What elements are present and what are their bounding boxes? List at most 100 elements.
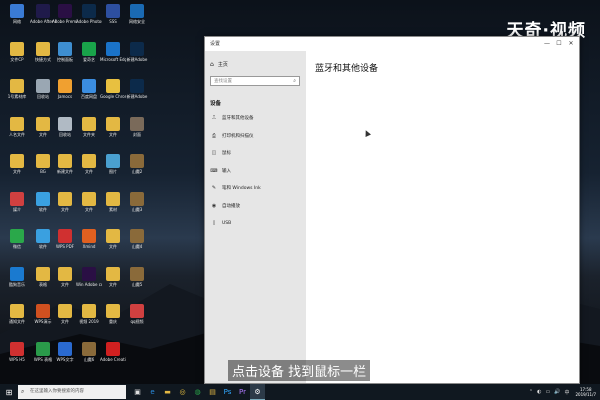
shortcut-label: qq视频 xyxy=(130,319,144,324)
desktop-shortcut[interactable]: 文件 xyxy=(100,266,126,287)
minimize-button[interactable]: — xyxy=(541,39,553,48)
desktop-shortcut[interactable]: Google Chrome xyxy=(100,79,126,99)
close-button[interactable]: ✕ xyxy=(565,39,577,48)
system-tray: ⌃ ◐ ▭ 🔊 中 17:58 2019/11/7 xyxy=(527,384,596,400)
nav-item[interactable]: ✎ 笔和 Windows Ink xyxy=(210,183,302,193)
desktop-shortcut[interactable]: 微信 xyxy=(4,229,30,249)
shortcut-icon xyxy=(106,116,120,131)
desktop-shortcut[interactable]: 文件 xyxy=(100,116,126,137)
desktop-shortcut[interactable]: 山魔3 xyxy=(124,191,150,212)
photoshop-icon[interactable]: Ps xyxy=(220,384,235,400)
desktop-shortcut[interactable]: 文件CP xyxy=(4,41,30,62)
desktop-shortcut[interactable]: 重庆 xyxy=(100,304,126,324)
maximize-button[interactable]: ☐ xyxy=(553,39,565,48)
desktop-shortcut[interactable]: 山魔6 xyxy=(76,341,102,362)
shortcut-label: 微信 xyxy=(13,244,21,249)
desktop-shortcut[interactable]: 网络 xyxy=(4,4,30,24)
desktop-shortcut[interactable]: 文件 xyxy=(100,229,126,249)
desktop-shortcut[interactable]: WPS文字 xyxy=(52,341,78,362)
desktop-shortcut[interactable]: 酷狗音乐 xyxy=(4,266,30,287)
desktop-shortcut[interactable]: 视频 2019 xyxy=(76,304,102,324)
desktop-shortcut[interactable]: Jamocs xyxy=(52,79,78,99)
desktop-shortcut[interactable]: 通知文件 xyxy=(4,304,30,324)
desktop-shortcut[interactable]: 百度网盘 xyxy=(76,79,102,99)
shortcut-label: 山魔2 xyxy=(131,169,143,174)
shortcut-icon xyxy=(10,229,24,243)
desktop-shortcut[interactable]: 媒介 xyxy=(4,191,30,212)
shortcut-label: 文件 xyxy=(109,281,117,287)
file-explorer-icon[interactable]: ▤ xyxy=(205,384,220,400)
settings-icon[interactable]: ⚙ xyxy=(250,384,265,400)
desktop-shortcut[interactable]: 人名文件 xyxy=(4,116,30,137)
settings-search-input[interactable]: 查找设置 ⌕ xyxy=(210,76,300,86)
desktop-shortcut[interactable]: 文件 xyxy=(76,191,102,212)
desktop-shortcut[interactable]: 文件 xyxy=(4,154,30,174)
desktop-shortcut[interactable]: WPS PDF xyxy=(52,229,78,249)
task-view-icon[interactable]: ▣ xyxy=(130,384,145,400)
home-link[interactable]: ⌂ 主页 xyxy=(210,61,228,68)
desktop-shortcut[interactable]: Microsoft Edge xyxy=(100,41,126,62)
title-bar[interactable]: 设置 — ☐ ✕ xyxy=(205,37,579,51)
edge-icon[interactable]: e xyxy=(145,384,160,400)
start-button[interactable]: ⊞ xyxy=(0,384,18,400)
desktop-shortcut[interactable]: 1号素材库 xyxy=(4,79,30,99)
desktop-shortcut[interactable]: 回收站 xyxy=(52,116,78,137)
nav-item[interactable]: ▯ USB xyxy=(210,218,302,228)
desktop-shortcut[interactable]: qq视频 xyxy=(124,304,150,324)
nav-item[interactable]: ◫ 鼠标 xyxy=(210,148,302,158)
tray-icon[interactable]: 🔊 xyxy=(554,389,560,396)
taskbar-search-input[interactable]: ⌕ 在这里输入你要搜索的内容 xyxy=(18,385,126,399)
desktop-shortcut[interactable]: Adobe Premiere P... xyxy=(52,4,78,24)
desktop-shortcut[interactable]: 山魔2 xyxy=(124,154,150,174)
desktop-shortcut[interactable]: 爱奇艺 xyxy=(76,41,102,62)
chrome-icon[interactable]: ◎ xyxy=(175,384,190,400)
desktop-shortcut[interactable]: 文件 xyxy=(52,266,78,287)
nav-item[interactable]: ⌨ 输入 xyxy=(210,166,302,176)
desktop-shortcut[interactable]: 文件 xyxy=(52,191,78,212)
desktop-shortcut[interactable]: Adobe Creati... xyxy=(100,341,126,362)
desktop-shortcut[interactable]: Xmind xyxy=(76,229,102,249)
desktop-shortcut[interactable]: 封面 xyxy=(124,116,150,137)
desktop-shortcut[interactable]: 网络安全 xyxy=(124,4,150,24)
desktop-shortcut[interactable]: Adobe Photosh... xyxy=(76,4,102,24)
desktop-shortcut[interactable]: 文件 xyxy=(76,154,102,174)
desktop-shortcut[interactable]: 新建文件 xyxy=(52,154,78,174)
desktop-shortcut[interactable]: SSS xyxy=(100,4,126,24)
nav-item[interactable]: ⎙ 打印机和扫描仪 xyxy=(210,131,302,141)
tray-icon[interactable]: 中 xyxy=(564,389,569,396)
desktop-shortcut[interactable]: 山魔5 xyxy=(124,266,150,287)
premiere-icon[interactable]: Pr xyxy=(235,384,250,400)
desktop-shortcut[interactable]: 控制面板 xyxy=(52,41,78,62)
shortcut-label: 文件夹 xyxy=(83,131,95,137)
nav-item-label: 笔和 Windows Ink xyxy=(222,186,261,191)
tray-icon[interactable]: ⌃ xyxy=(529,389,533,396)
desktop-shortcut[interactable]: 素材 xyxy=(100,191,126,212)
shortcut-icon xyxy=(10,4,24,18)
nav-item[interactable]: ⎍ 蓝牙和其他设备 xyxy=(210,113,302,123)
folder-icon[interactable]: ▬ xyxy=(160,384,175,400)
desktop-shortcut[interactable]: 文件 xyxy=(52,304,78,324)
settings-window[interactable]: 设置 — ☐ ✕ ⌂ 主页 查找设置 ⌕ 设备 ⎍ 蓝牙和其他设备 ⎙ 打印机和扫描仪… xyxy=(204,36,580,384)
shortcut-icon xyxy=(82,229,96,243)
nav-item[interactable]: ◉ 自动播放 xyxy=(210,201,302,211)
nav-item-label: 鼠标 xyxy=(222,151,231,156)
shortcut-icon xyxy=(58,191,72,206)
desktop-shortcut[interactable]: 山魔4 xyxy=(124,229,150,249)
desktop-shortcut[interactable]: 新建Adobe xyxy=(124,79,150,99)
shortcut-label: 图片 xyxy=(109,169,117,174)
taskbar: ⊞ ⌕ 在这里输入你要搜索的内容 ▣ e ▬ ◎ ◍ ▤ Ps Pr ⚙ ⌃ ◐ ▭ 🔊 中 17:58… xyxy=(0,384,600,400)
clock[interactable]: 17:58 2019/11/7 xyxy=(575,387,596,397)
shortcut-icon xyxy=(82,341,96,356)
shortcut-icon xyxy=(106,341,120,356)
tray-icon[interactable]: ◐ xyxy=(537,389,541,396)
shortcut-icon xyxy=(58,229,72,243)
desktop-shortcut[interactable]: Win Adobe cc 2018 xyxy=(76,266,102,287)
desktop-shortcut[interactable]: 图片 xyxy=(100,154,126,174)
desktop-shortcut[interactable]: 新建Adobe xyxy=(124,41,150,62)
tray-icon[interactable]: ▭ xyxy=(546,389,551,396)
home-label: 主页 xyxy=(217,62,228,68)
shortcut-label: WPS PDF xyxy=(56,244,74,249)
wechat-icon[interactable]: ◍ xyxy=(190,384,205,400)
desktop-shortcut[interactable]: 文件夹 xyxy=(76,116,102,137)
desktop-shortcut[interactable]: WPS H5 xyxy=(4,341,30,362)
